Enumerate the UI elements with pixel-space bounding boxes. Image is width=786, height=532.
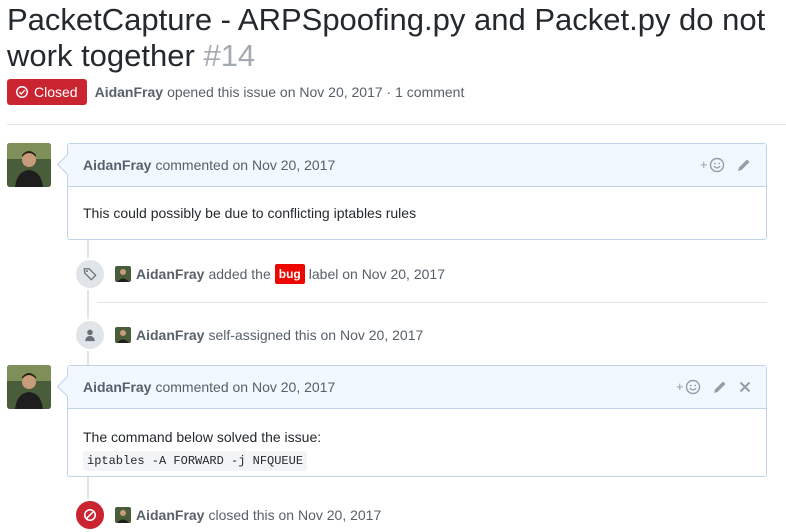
closed-event: AidanFray closed this on Nov 20, 2017 bbox=[74, 499, 381, 531]
add-reaction-button[interactable]: + bbox=[676, 378, 702, 396]
event-separator bbox=[97, 302, 767, 303]
state-badge: Closed bbox=[7, 79, 87, 105]
pencil-icon bbox=[738, 159, 750, 171]
issue-title-text: PacketCapture - ARPSpoofing.py and Packe… bbox=[7, 2, 766, 73]
comment-header: AidanFray commented on Nov 20, 2017 + bbox=[68, 366, 766, 409]
comment-author[interactable]: AidanFray bbox=[83, 379, 151, 395]
comment-timestamp[interactable]: commented on Nov 20, 2017 bbox=[155, 157, 335, 173]
smiley-icon: + bbox=[700, 157, 725, 173]
event-actor[interactable]: AidanFray bbox=[136, 327, 204, 343]
event-badge bbox=[74, 499, 106, 531]
event-actor[interactable]: AidanFray bbox=[136, 266, 204, 282]
issue-meta: Closed AidanFray opened this issue on No… bbox=[7, 79, 464, 105]
edit-comment-button[interactable] bbox=[736, 157, 752, 173]
tag-icon bbox=[83, 268, 97, 281]
event-text: added the bbox=[208, 266, 271, 282]
circle-slash-icon bbox=[83, 508, 97, 522]
event-text: label on Nov 20, 2017 bbox=[308, 266, 445, 282]
add-reaction-button[interactable]: + bbox=[700, 156, 726, 174]
event-text: closed this on Nov 20, 2017 bbox=[208, 507, 382, 523]
event-avatar[interactable] bbox=[115, 266, 131, 282]
event-avatar[interactable] bbox=[115, 327, 131, 343]
assigned-event: AidanFray self-assigned this on Nov 20, … bbox=[74, 319, 423, 351]
comment-text: The command below solved the issue: bbox=[83, 429, 322, 445]
pencil-icon bbox=[714, 381, 726, 393]
event-avatar[interactable] bbox=[115, 507, 131, 523]
avatar[interactable] bbox=[7, 143, 51, 187]
smiley-icon: + bbox=[676, 379, 701, 395]
comment-actions: + bbox=[676, 378, 752, 396]
comment-body: The command below solved the issue: ipta… bbox=[68, 409, 766, 471]
state-label: Closed bbox=[34, 84, 78, 100]
header-divider bbox=[7, 124, 786, 125]
person-icon bbox=[85, 329, 95, 342]
svg-text:+: + bbox=[676, 379, 684, 394]
issue-author-link[interactable]: AidanFray bbox=[95, 84, 163, 100]
event-badge bbox=[74, 319, 106, 351]
event-actor[interactable]: AidanFray bbox=[136, 507, 204, 523]
event-text: self-assigned this on Nov 20, 2017 bbox=[208, 327, 424, 343]
labeled-event: AidanFray added the bug label on Nov 20,… bbox=[74, 258, 445, 290]
event-badge bbox=[74, 258, 106, 290]
comment-author[interactable]: AidanFray bbox=[83, 157, 151, 173]
issue-closed-icon bbox=[16, 86, 28, 98]
comment: AidanFray commented on Nov 20, 2017 + Th… bbox=[67, 365, 767, 477]
delete-comment-button[interactable] bbox=[738, 380, 752, 394]
comment-text: This could possibly be due to conflictin… bbox=[83, 205, 417, 221]
svg-text:+: + bbox=[700, 157, 708, 172]
comment-body: This could possibly be due to conflictin… bbox=[68, 187, 766, 224]
code-snippet: iptables -A FORWARD -j NFQUEUE bbox=[83, 451, 308, 471]
issue-title: PacketCapture - ARPSpoofing.py and Packe… bbox=[7, 2, 782, 74]
opened-text: opened this issue on Nov 20, 2017 · 1 co… bbox=[167, 84, 465, 100]
avatar[interactable] bbox=[7, 365, 51, 409]
comment-actions: + bbox=[700, 156, 752, 174]
close-icon bbox=[739, 381, 751, 393]
bug-label[interactable]: bug bbox=[274, 264, 305, 284]
edit-comment-button[interactable] bbox=[712, 379, 728, 395]
comment: AidanFray commented on Nov 20, 2017 + Th… bbox=[67, 143, 767, 240]
comment-header: AidanFray commented on Nov 20, 2017 + bbox=[68, 144, 766, 187]
issue-number: #14 bbox=[203, 38, 256, 73]
comment-timestamp[interactable]: commented on Nov 20, 2017 bbox=[155, 379, 335, 395]
